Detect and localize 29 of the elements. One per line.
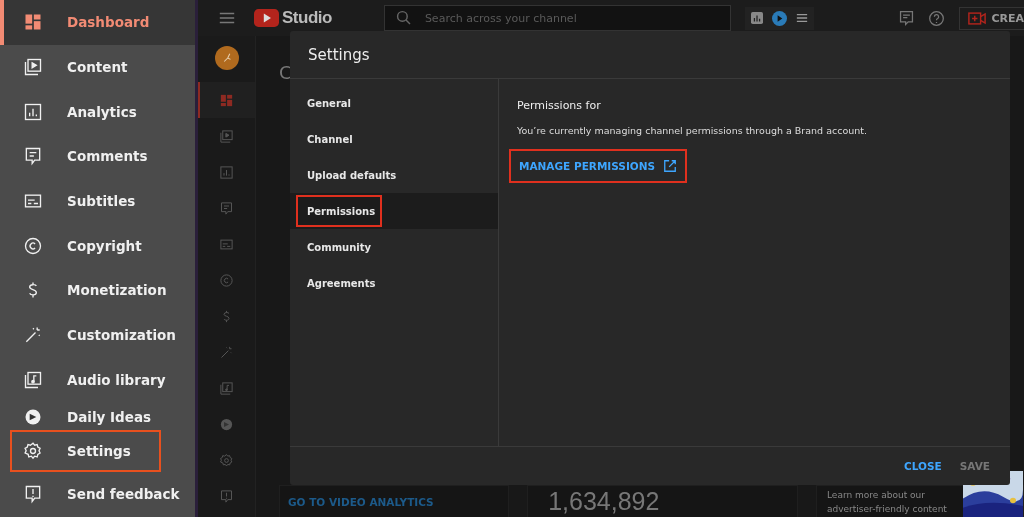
create-button[interactable]: CREA bbox=[959, 6, 1024, 30]
sidebar-item[interactable]: Customization bbox=[0, 312, 183, 358]
sidebar-item[interactable]: Copyright bbox=[0, 223, 183, 269]
settings-tab[interactable]: Channel bbox=[290, 121, 498, 157]
sidebar-item[interactable]: Settings bbox=[12, 432, 159, 471]
sidebar-item[interactable]: Audio library bbox=[0, 357, 183, 403]
sidebar-item[interactable]: Dashboard bbox=[0, 0, 195, 45]
sidebar-item[interactable]: Daily Ideas bbox=[0, 402, 183, 433]
sidebar-item[interactable]: Send feedback bbox=[0, 470, 183, 517]
sidebar-item[interactable]: Monetization bbox=[0, 268, 183, 313]
close-button[interactable]: CLOSE bbox=[898, 456, 948, 476]
settings-tab[interactable]: General bbox=[290, 85, 498, 121]
logo-text: Studio bbox=[282, 8, 332, 28]
manage-permissions-link[interactable]: MANAGE PERMISSIONS bbox=[509, 149, 688, 183]
sidebar-item[interactable]: Content bbox=[0, 44, 183, 90]
sidebar-item[interactable]: Comments bbox=[0, 134, 183, 179]
search-field[interactable]: Search across your channel bbox=[383, 5, 731, 31]
settings-tab[interactable]: Permissions bbox=[290, 193, 498, 229]
dialog-title: Settings bbox=[290, 31, 1010, 79]
settings-tab[interactable]: Upload defaults bbox=[290, 157, 498, 193]
section-heading: Permissions for bbox=[517, 99, 602, 112]
sidebar-item[interactable]: Subtitles bbox=[0, 178, 183, 224]
view-count: 1,634,892 bbox=[548, 487, 660, 516]
settings-tab[interactable]: Community bbox=[290, 229, 498, 265]
sidebar-item[interactable]: Analytics bbox=[0, 89, 183, 135]
description-text: You’re currently managing channel permissions through a Brand account. bbox=[517, 125, 867, 136]
settings-tab[interactable]: Agreements bbox=[290, 265, 498, 301]
promo-text: Learn more about our advertiser-friendly content bbox=[827, 488, 948, 516]
page-title: C bbox=[279, 62, 291, 83]
